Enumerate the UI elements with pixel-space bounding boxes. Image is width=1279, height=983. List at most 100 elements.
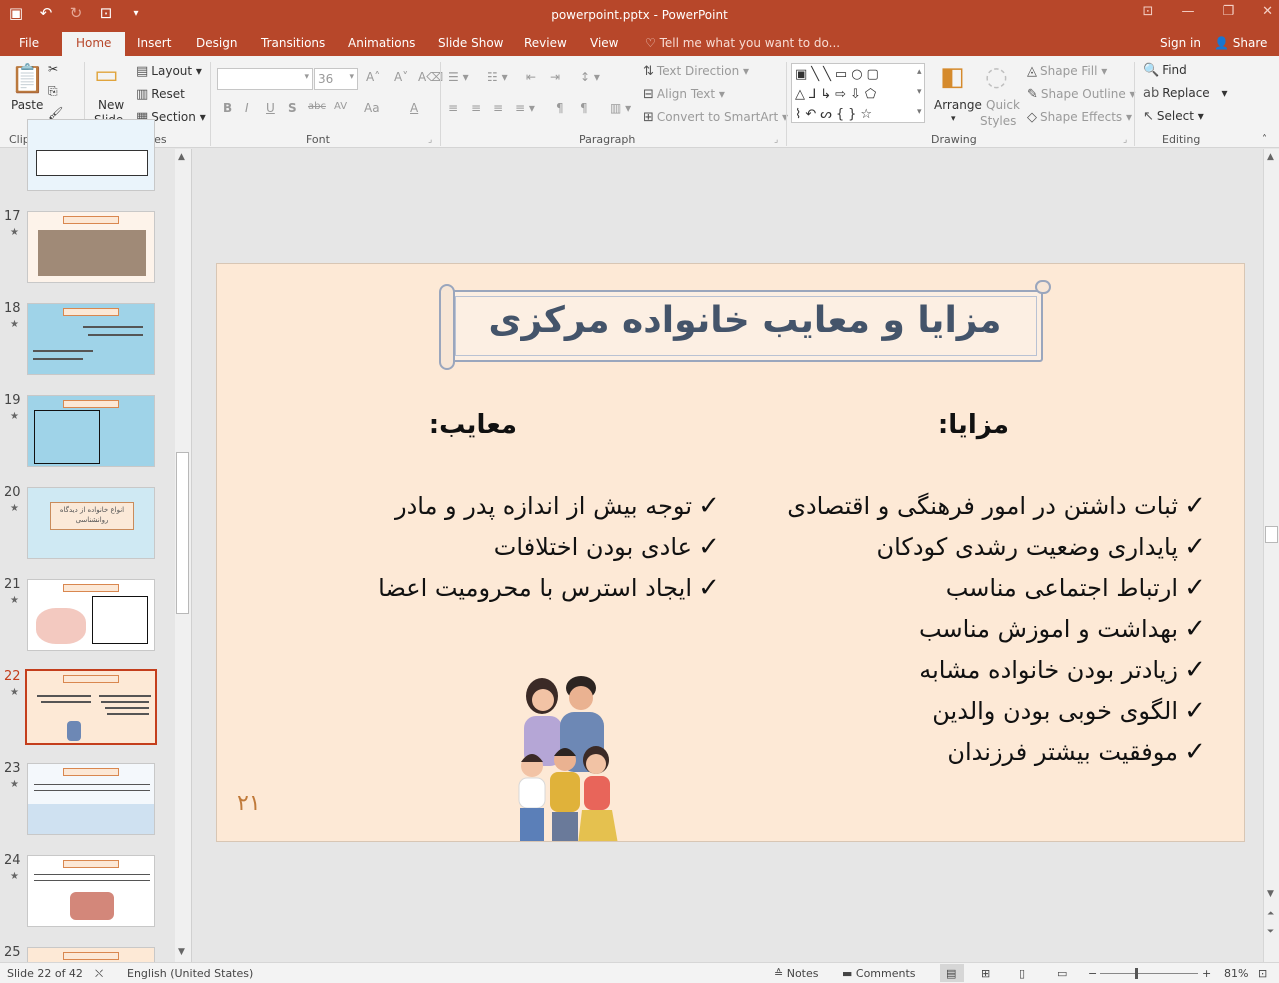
new-slide-icon[interactable]: ▭ [94,60,119,90]
paste-icon[interactable]: 📋 [10,62,45,95]
slide-title[interactable]: مزایا و معایب خانواده مرکزی [439,300,1051,341]
find-button[interactable]: 🔍 Find [1143,63,1187,78]
editor-scrollbar[interactable]: ▲ ▼ ⏶ ⏷ [1263,149,1279,962]
slide-sorter-view-icon[interactable]: ⊞ [981,967,990,980]
shape-outline-button[interactable]: ✎ Shape Outline ▾ [1027,87,1136,102]
scroll-up-icon[interactable]: ▲ [1267,152,1274,162]
scroll-down-icon[interactable]: ▼ [1267,889,1274,899]
thumbnail-19[interactable] [27,395,155,467]
comments-button[interactable]: ▬ Comments [842,967,916,980]
zoom-in-icon[interactable]: + [1202,967,1211,980]
arrange-icon[interactable]: ◧ [940,62,965,92]
columns-icon[interactable]: ▥ ▾ [610,101,631,115]
zoom-out-icon[interactable]: − [1088,967,1097,980]
thumbnail-scrollbar[interactable]: ▲ ▼ [175,149,191,962]
tab-insert[interactable]: Insert [137,36,171,50]
disadvantages-list[interactable]: ✓توجه بیش از اندازه پدر و مادر ✓عادی بود… [326,486,726,609]
align-text-button[interactable]: ⊟ Align Text ▾ [643,87,725,102]
align-right-icon[interactable]: ≡ [493,101,503,115]
normal-view-button[interactable]: ▤ [940,964,964,982]
line-spacing-icon[interactable]: ↕ ▾ [580,70,600,84]
zoom-slider[interactable] [1100,973,1198,974]
italic-button[interactable]: I [245,101,249,115]
zoom-level[interactable]: 81% [1224,967,1248,980]
thumbnail-16[interactable] [27,119,155,191]
font-size-combo[interactable]: 36 ▾ [314,68,358,90]
text-direction-button[interactable]: ⇅ Text Direction ▾ [643,64,749,79]
tab-home[interactable]: Home [62,32,126,56]
text-direction-ltr-icon[interactable]: ¶ [580,101,588,115]
notes-button[interactable]: ≙ Notes [774,967,819,980]
tab-transitions[interactable]: Transitions [261,36,325,50]
previous-slide-icon[interactable]: ⏶ [1267,909,1274,919]
tab-view[interactable]: View [590,36,618,50]
scrollbar-thumb[interactable] [1265,526,1278,543]
tab-design[interactable]: Design [196,36,237,50]
slide-show-view-icon[interactable]: ▭ [1057,967,1067,980]
layout-button[interactable]: ▤ Layout ▾ [136,64,202,79]
thumbnail-17[interactable] [27,211,155,283]
replace-button[interactable]: ab Replace ▾ [1143,86,1228,101]
numbering-icon[interactable]: ☷ ▾ [487,70,508,84]
quick-styles-icon[interactable]: ◌ [985,62,1008,92]
font-dialog-launcher-icon[interactable]: ⌟ [428,135,432,145]
thumbnail-24[interactable] [27,855,155,927]
language-indicator[interactable]: English (United States) [127,967,253,980]
next-slide-icon[interactable]: ⏷ [1267,927,1274,937]
shadow-button[interactable]: S [288,101,297,115]
family-illustration[interactable] [512,674,637,842]
bullets-icon[interactable]: ☰ ▾ [448,70,469,84]
align-center-icon[interactable]: ≡ [471,101,481,115]
copy-icon[interactable]: ⎘ [48,84,58,99]
thumbnail-21[interactable] [27,579,155,651]
thumbnail-25[interactable] [27,947,155,963]
shapes-gallery[interactable]: ▣╲╲▭○▢ △⅃↳⇨⇩⬠ ⌇↶ᔕ{}☆ [791,63,925,123]
character-spacing-button[interactable]: AV [334,101,347,112]
justify-icon[interactable]: ≡ ▾ [515,101,535,115]
tell-me-box[interactable]: ♡ Tell me what you want to do... [645,36,840,50]
align-left-icon[interactable]: ≡ [448,101,458,115]
advantages-heading[interactable]: مزایا: [929,410,1009,440]
sign-in-link[interactable]: Sign in [1160,36,1201,50]
quick-styles-button[interactable]: Quick [986,98,1020,112]
increase-indent-icon[interactable]: ⇥ [550,70,560,84]
font-name-combo[interactable]: ▾ [217,68,313,90]
thumbnail-18[interactable] [27,303,155,375]
select-button[interactable]: ↖ Select ▾ [1143,109,1204,124]
font-color-button[interactable]: A [410,101,418,115]
fit-to-window-icon[interactable]: ⊡ [1258,967,1267,980]
ribbon-display-options-icon[interactable]: ⊡ [1143,4,1154,19]
shrink-font-icon[interactable]: A˅ [394,70,408,84]
disadvantages-heading[interactable]: معایب: [417,410,517,440]
shape-effects-button[interactable]: ◇ Shape Effects ▾ [1027,110,1132,125]
tab-review[interactable]: Review [524,36,567,50]
paragraph-dialog-launcher-icon[interactable]: ⌟ [774,135,778,145]
arrange-button[interactable]: Arrange [934,98,982,112]
strikethrough-button[interactable]: abc [308,101,326,112]
paste-button[interactable]: Paste [11,98,43,112]
thumbnail-23[interactable] [27,763,155,835]
thumbnail-20[interactable]: انواع خانواده از دیدگاه روانشناسی [27,487,155,559]
text-direction-rtl-icon[interactable]: ¶ [556,101,564,115]
reset-button[interactable]: ▥ Reset [136,87,185,102]
quick-styles-button-2[interactable]: Styles [980,114,1016,128]
format-painter-icon[interactable]: 🖌 [48,106,63,120]
shapes-gallery-scroll-icon[interactable]: ▴ ▾ ▾ [917,62,922,122]
tab-slide-show[interactable]: Slide Show [438,36,503,50]
bold-button[interactable]: B [223,101,232,115]
underline-button[interactable]: U [266,101,275,115]
spell-check-icon[interactable]: ⛌ [95,967,103,981]
scroll-down-icon[interactable]: ▼ [178,947,185,957]
grow-font-icon[interactable]: A˄ [366,70,380,84]
reading-view-icon[interactable]: ▯ [1019,967,1025,980]
zoom-slider-handle[interactable] [1135,968,1138,979]
close-icon[interactable]: ✕ [1262,4,1273,19]
advantages-list[interactable]: ✓ثبات داشتن در امور فرهنگی و اقتصادی ✓پا… [742,486,1212,773]
scroll-up-icon[interactable]: ▲ [178,152,185,162]
maximize-icon[interactable]: ❐ [1222,4,1234,19]
tab-animations[interactable]: Animations [348,36,415,50]
tab-file[interactable]: File [19,36,39,50]
minimize-icon[interactable]: — [1181,4,1194,19]
slide-canvas[interactable]: مزایا و معایب خانواده مرکزی مزایا: معایب… [216,263,1245,842]
drawing-dialog-launcher-icon[interactable]: ⌟ [1123,135,1127,145]
